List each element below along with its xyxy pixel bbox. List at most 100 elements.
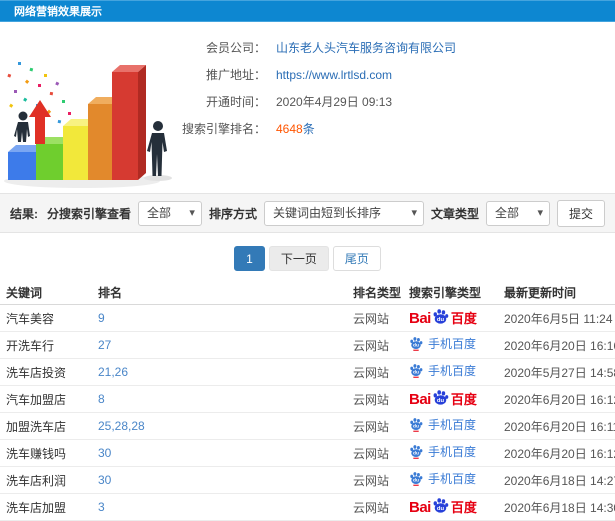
results-table: 关键词 排名 排名类型 搜索引擎类型 最新更新时间 汽车美容 9 云网站 Bai bbox=[0, 281, 615, 521]
info-row-rank-count: 搜索引擎排名： 4648条 bbox=[176, 115, 615, 142]
table-row: 洗车赚钱吗 30 云网站 Bai du 百度 bbox=[0, 439, 615, 467]
page-button-1[interactable]: 1 bbox=[234, 246, 265, 271]
rank-cell[interactable]: 30 bbox=[92, 466, 347, 494]
mobile-baidu-logo: du 手机百度 bbox=[409, 444, 476, 459]
table-header-row: 关键词 排名 排名类型 搜索引擎类型 最新更新时间 bbox=[0, 281, 615, 305]
mobile-baidu-logo: du 手机百度 bbox=[409, 471, 476, 486]
bar-chart-illustration bbox=[4, 62, 172, 188]
keyword-cell: 汽车加盟店 bbox=[0, 385, 92, 413]
mobile-paw-du-text: du bbox=[413, 424, 419, 430]
engine-type-cell: Bai du 百度 bbox=[403, 331, 498, 359]
update-time-cell: 2020年6月20日 16:16 bbox=[498, 331, 615, 359]
last-page-button[interactable]: 尾页 bbox=[332, 246, 381, 271]
company-label: 会员公司： bbox=[205, 41, 266, 55]
info-section: 会员公司： 山东老人头汽车服务咨询有限公司 推广地址： https://www.… bbox=[0, 22, 615, 193]
engine-type-cell: Bai du 百度 bbox=[403, 385, 498, 413]
baidu-paw-icon: du bbox=[433, 498, 449, 513]
engine-type-cell: Bai du 百度 bbox=[403, 358, 498, 386]
rank-type-cell: 云网站 bbox=[347, 304, 403, 332]
baidu-logo-cn-text: 百度 bbox=[450, 499, 477, 515]
engine-filter-select-wrap: 全部 bbox=[137, 200, 202, 226]
info-row-url: 推广地址： https://www.lrtlsd.com bbox=[176, 61, 615, 88]
keyword-cell: 汽车美容 bbox=[0, 304, 92, 332]
baidu-paw-du-text: du bbox=[437, 506, 445, 512]
sort-label: 排序方式 bbox=[208, 206, 257, 221]
mobile-paw-du-text: du bbox=[413, 343, 419, 349]
table-row: 汽车美容 9 云网站 Bai du 百度 2020年6月5日 11:24 bbox=[0, 304, 615, 332]
rank-cell[interactable]: 3 bbox=[92, 493, 347, 521]
title-bar: 网络营销效果展示 bbox=[0, 0, 615, 22]
promo-url-link[interactable]: https://www.lrtlsd.com bbox=[276, 68, 392, 82]
rank-type-cell: 云网站 bbox=[347, 412, 403, 440]
sort-select[interactable]: 关键词由短到长排序 bbox=[264, 201, 423, 225]
company-link[interactable]: 山东老人头汽车服务咨询有限公司 bbox=[276, 39, 456, 56]
table-row: 加盟洗车店 25,28,28 云网站 Bai du 百度 bbox=[0, 412, 615, 440]
pagination: 1 下一页 尾页 bbox=[0, 233, 615, 281]
info-row-company: 会员公司： 山东老人头汽车服务咨询有限公司 bbox=[176, 34, 615, 61]
update-time-cell: 2020年6月20日 16:12 bbox=[498, 385, 615, 413]
engine-rank-value: 4648条 bbox=[276, 120, 315, 137]
table-row: 洗车店投资 21,26 云网站 Bai du 百度 bbox=[0, 358, 615, 386]
header-rank-type: 排名类型 bbox=[347, 281, 403, 305]
rank-cell[interactable]: 30 bbox=[92, 439, 347, 467]
rank-cell[interactable]: 27 bbox=[92, 331, 347, 359]
rank-type-cell: 云网站 bbox=[347, 439, 403, 467]
table-row: 洗车店利润 30 云网站 Bai du 百度 bbox=[0, 466, 615, 494]
rank-type-cell: 云网站 bbox=[347, 493, 403, 521]
baidu-paw-du-text: du bbox=[437, 398, 445, 404]
mobile-baidu-logo: du 手机百度 bbox=[409, 363, 476, 378]
info-list: 会员公司： 山东老人头汽车服务咨询有限公司 推广地址： https://www.… bbox=[176, 22, 615, 142]
rank-cell[interactable]: 8 bbox=[92, 385, 347, 413]
update-time-cell: 2020年6月18日 14:27 bbox=[498, 466, 615, 494]
engine-filter-select[interactable]: 全部 bbox=[138, 201, 201, 225]
article-type-label: 文章类型 bbox=[430, 206, 479, 221]
keyword-cell: 洗车店利润 bbox=[0, 466, 92, 494]
promo-url-label: 推广地址： bbox=[205, 68, 266, 82]
baidu-paw-icon: du bbox=[433, 309, 449, 324]
keyword-cell: 开洗车行 bbox=[0, 331, 92, 359]
mobile-baidu-logo: du 手机百度 bbox=[409, 336, 476, 351]
submit-button[interactable]: 提交 bbox=[556, 199, 605, 227]
mobile-baidu-name-text: 手机百度 bbox=[428, 444, 477, 459]
rank-type-cell: 云网站 bbox=[347, 358, 403, 386]
page-title: 网络营销效果展示 bbox=[14, 6, 102, 18]
baidu-paw-icon: du bbox=[433, 390, 449, 405]
mobile-baidu-paw-icon: du bbox=[410, 472, 423, 486]
mobile-baidu-paw-icon: du bbox=[410, 337, 423, 351]
update-time-cell: 2020年5月27日 14:58 bbox=[498, 358, 615, 386]
update-time-cell: 2020年6月20日 16:12 bbox=[498, 439, 615, 467]
rank-type-cell: 云网站 bbox=[347, 331, 403, 359]
engine-filter-label: 分搜索引擎查看 bbox=[46, 206, 131, 221]
mobile-baidu-paw-icon: du bbox=[410, 364, 423, 378]
engine-type-cell: Bai du 百度 bbox=[403, 412, 498, 440]
baidu-logo: Bai du 百度 bbox=[409, 309, 477, 326]
article-type-select[interactable]: 全部 bbox=[486, 201, 549, 225]
engine-type-cell: Bai du 百度 bbox=[403, 466, 498, 494]
mobile-baidu-name-text: 手机百度 bbox=[428, 417, 477, 432]
engine-type-cell: Bai du 百度 bbox=[403, 439, 498, 467]
rank-type-cell: 云网站 bbox=[347, 385, 403, 413]
baidu-logo: Bai du 百度 bbox=[409, 390, 477, 407]
article-type-select-wrap: 全部 bbox=[485, 200, 550, 226]
update-time-cell: 2020年6月18日 14:30 bbox=[498, 493, 615, 521]
rank-type-cell: 云网站 bbox=[347, 466, 403, 494]
rank-cell[interactable]: 9 bbox=[92, 304, 347, 332]
info-row-open-time: 开通时间： 2020年4月29日 09:13 bbox=[176, 88, 615, 115]
result-label: 结果: bbox=[10, 206, 38, 221]
table-row: 洗车店加盟 3 云网站 Bai du 百度 2020年6月18日 14:30 bbox=[0, 493, 615, 521]
baidu-logo-bai-text: Bai bbox=[409, 498, 431, 516]
mobile-baidu-name-text: 手机百度 bbox=[428, 471, 477, 486]
mobile-baidu-name-text: 手机百度 bbox=[428, 363, 477, 378]
keyword-cell: 加盟洗车店 bbox=[0, 412, 92, 440]
next-page-button[interactable]: 下一页 bbox=[268, 246, 329, 271]
person-right bbox=[144, 121, 172, 181]
sort-select-wrap: 关键词由短到长排序 bbox=[263, 200, 424, 226]
open-time-label: 开通时间： bbox=[205, 95, 266, 109]
keyword-cell: 洗车店加盟 bbox=[0, 493, 92, 521]
rank-cell[interactable]: 25,28,28 bbox=[92, 412, 347, 440]
mobile-paw-du-text: du bbox=[413, 451, 419, 457]
engine-type-cell: Bai du 百度 bbox=[403, 493, 498, 521]
table-row: 开洗车行 27 云网站 Bai du 百度 bbox=[0, 331, 615, 359]
rank-cell[interactable]: 21,26 bbox=[92, 358, 347, 386]
engine-rank-label: 搜索引擎排名： bbox=[181, 122, 266, 136]
